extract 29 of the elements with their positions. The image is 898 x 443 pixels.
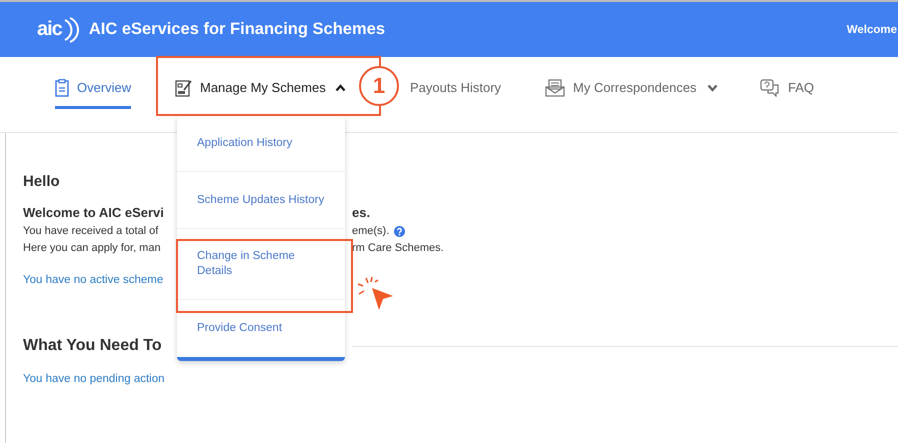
aic-logo[interactable]: aic — [37, 16, 79, 42]
clipboard-icon — [55, 78, 69, 96]
menu-item[interactable]: Change in Scheme Details — [177, 229, 345, 300]
welcome-text: Welcome — [846, 24, 897, 36]
pending-action-link[interactable]: You have no pending action — [23, 373, 165, 385]
greeting-heading: Hello — [23, 173, 61, 190]
mail-icon — [545, 78, 565, 96]
info-text: eme(s). — [352, 225, 390, 237]
welcome-heading: Welcome to AIC eServi — [23, 205, 165, 220]
active-scheme-link[interactable]: You have no active scheme — [23, 274, 164, 286]
info-text: rm Care Schemes. — [352, 242, 444, 254]
menu-item[interactable]: Provide Consent — [177, 300, 345, 357]
click-cursor-icon — [355, 276, 395, 312]
faq-icon — [760, 78, 780, 96]
info-text: You have received a total of — [23, 225, 160, 237]
app-title: AIC eServices for Financing Schemes — [88, 20, 386, 39]
info-text: Here you can apply for, man — [23, 242, 162, 254]
form-edit-icon — [175, 78, 193, 96]
nav-tab[interactable]: FAQ — [760, 69, 814, 109]
welcome-heading: es. — [352, 205, 370, 220]
section-heading: What You Need To — [23, 337, 163, 355]
nav-tab[interactable]: Manage My Schemes — [175, 69, 346, 109]
help-icon[interactable] — [394, 226, 406, 236]
nav-tab[interactable]: Overview — [55, 69, 132, 109]
nav-tab[interactable]: Payouts History — [410, 69, 502, 109]
step-badge: 1 — [359, 66, 399, 106]
menu-item[interactable]: Scheme Updates History — [177, 172, 345, 229]
nav-tab[interactable]: My Correspondences — [545, 69, 718, 109]
menu-item[interactable]: Application History — [177, 115, 345, 172]
